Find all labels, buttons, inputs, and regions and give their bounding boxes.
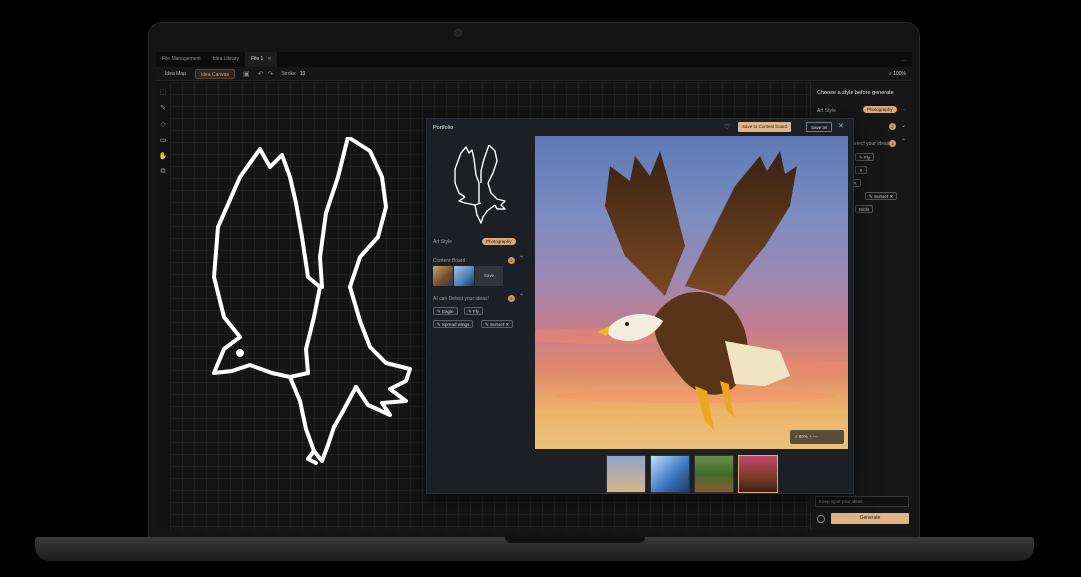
tag[interactable]: Birds (855, 205, 874, 213)
art-style-label: Art Style (817, 108, 836, 114)
zoom-control[interactable]: ⌕ 80% + — (790, 430, 844, 444)
select-icon[interactable]: ⬚ (160, 88, 167, 96)
tag-label: Eagle (442, 309, 454, 314)
chevron-up-icon[interactable]: ⌃ (519, 255, 524, 262)
heart-icon[interactable]: ♡ (724, 123, 730, 131)
zoom-value: 80% (798, 434, 808, 439)
close-icon[interactable]: ✕ (838, 122, 844, 130)
hand-icon[interactable]: ✋ (159, 152, 168, 160)
tag[interactable]: ✎ Fly (855, 153, 875, 161)
art-style-pill[interactable]: Photography (482, 238, 516, 245)
content-board-save-button[interactable]: Save (475, 266, 503, 286)
tag[interactable]: ✕ (855, 166, 867, 174)
close-icon[interactable]: ✕ (859, 168, 863, 173)
close-icon[interactable]: ✕ (505, 322, 509, 327)
stroke-label: Stroke (281, 70, 296, 77)
sketch-thumbnail[interactable] (451, 145, 511, 225)
close-icon[interactable]: ✕ (267, 56, 271, 62)
redo-icon[interactable]: ↷ (267, 70, 273, 78)
history-icon[interactable] (817, 515, 825, 523)
tag-label: Sunset (490, 322, 505, 327)
modal-title: Portfolio (433, 125, 454, 131)
chevron-up-icon[interactable]: ⌃ (519, 293, 524, 300)
camera (454, 29, 462, 37)
portfolio-modal: Portfolio ♡ Save to Content board Save a… (426, 118, 854, 494)
detect-label: AI can Detect your ideas! (433, 296, 489, 302)
laptop-base (35, 537, 1034, 561)
generated-image[interactable]: ⌕ 80% + — (535, 136, 848, 449)
content-board-image[interactable] (433, 266, 453, 286)
tab-label: File 1 (251, 56, 264, 62)
pen-icon: ✎ (485, 322, 489, 327)
toolbar: Idea Map Idea Canvas ▣ ↶ ↷ Stroke 10 ⌕ 1… (156, 67, 912, 81)
detect-count: 4 (889, 140, 896, 147)
base-notch (505, 537, 645, 543)
pen-icon: ✎ (437, 322, 441, 327)
tag-label: Birds (859, 207, 870, 212)
minus-icon[interactable]: — (813, 434, 818, 439)
pen-icon: ✎ (468, 309, 472, 314)
idea-map-button[interactable]: Idea Map (160, 69, 191, 79)
chevron-down-icon[interactable]: ⌄ (901, 122, 906, 129)
tab-bar: File Management Idea Library File 1 ✕ ... (156, 52, 912, 67)
idea-canvas-button[interactable]: Idea Canvas (194, 68, 235, 79)
pen-icon: ✎ (869, 194, 873, 199)
tab-label: File Management (162, 56, 201, 62)
tab-file-1[interactable]: File 1 ✕ (245, 52, 278, 67)
art-style-pill[interactable]: Photography (863, 106, 897, 113)
pencil-icon[interactable]: ✎ (160, 104, 166, 112)
eagle-sketch (212, 137, 412, 465)
art-style-label: Art Style (433, 239, 452, 245)
tag-label: Sunset (874, 194, 889, 199)
content-board-count: 2 (889, 123, 896, 130)
pen-icon: ✎ (859, 155, 863, 160)
more-icon[interactable]: ... (902, 57, 906, 63)
tab-file-management[interactable]: File Management (156, 52, 207, 67)
tag-label: Spread wings (442, 322, 470, 327)
pen-icon: ✎ (437, 309, 441, 314)
tag-fly[interactable]: ✎ Fly (464, 307, 484, 315)
plus-icon[interactable]: + (809, 434, 812, 439)
result-thumbnail[interactable] (694, 455, 734, 493)
eagle-photo (535, 151, 848, 431)
undo-icon[interactable]: ↶ (258, 70, 264, 78)
tab-idea-library[interactable]: Idea Library (207, 52, 245, 67)
search-icon: ⌕ (795, 434, 798, 439)
tool-column: ⬚ ✎ ◇ ▭ ✋ ⧉ (156, 82, 170, 530)
export-icon[interactable]: ⧉ (161, 168, 166, 176)
tag-eagle[interactable]: ✎ Eagle (433, 307, 458, 315)
eraser-icon[interactable]: ◇ (160, 120, 165, 128)
content-board-count: 2 (508, 257, 515, 264)
tab-label: Idea Library (212, 56, 240, 62)
close-icon[interactable]: ✕ (889, 194, 893, 199)
result-thumbnail[interactable] (650, 455, 690, 493)
tag-label: Fly (473, 309, 480, 314)
app-screen: File Management Idea Library File 1 ✕ ...… (156, 52, 912, 530)
result-thumbnail-selected[interactable] (738, 455, 778, 493)
detect-count: 4 (508, 295, 515, 302)
tag-sunset[interactable]: ✎ Sunset ✕ (481, 320, 514, 328)
tag[interactable]: ✎ Sunset ✕ (865, 192, 898, 200)
more-icon[interactable]: ... (901, 106, 905, 112)
content-board-image[interactable] (454, 266, 474, 286)
result-thumbnail[interactable] (606, 455, 646, 493)
stroke-value[interactable]: 10 (300, 71, 306, 77)
chevron-up-icon[interactable]: ⌃ (901, 138, 906, 145)
save-to-content-board-button[interactable]: Save to Content board (738, 122, 792, 132)
idea-input[interactable]: Keep input your ideas (815, 496, 909, 507)
zoom-level[interactable]: ⌕ 100% (889, 71, 906, 77)
tag-label: Fly (864, 155, 871, 160)
tag-spread-wings[interactable]: ✎ Spread wings (433, 320, 474, 328)
frame-icon[interactable]: ▭ (160, 136, 167, 144)
zoom-value: 100% (893, 70, 906, 77)
panel-title: Choose a style before generate (817, 90, 894, 96)
search-icon: ⌕ (889, 70, 892, 77)
generate-button[interactable]: Generate (831, 513, 909, 524)
save-icon[interactable]: ▣ (243, 70, 250, 78)
save-as-button[interactable]: Save as (806, 122, 833, 132)
content-board-label: Content Board (433, 258, 466, 264)
